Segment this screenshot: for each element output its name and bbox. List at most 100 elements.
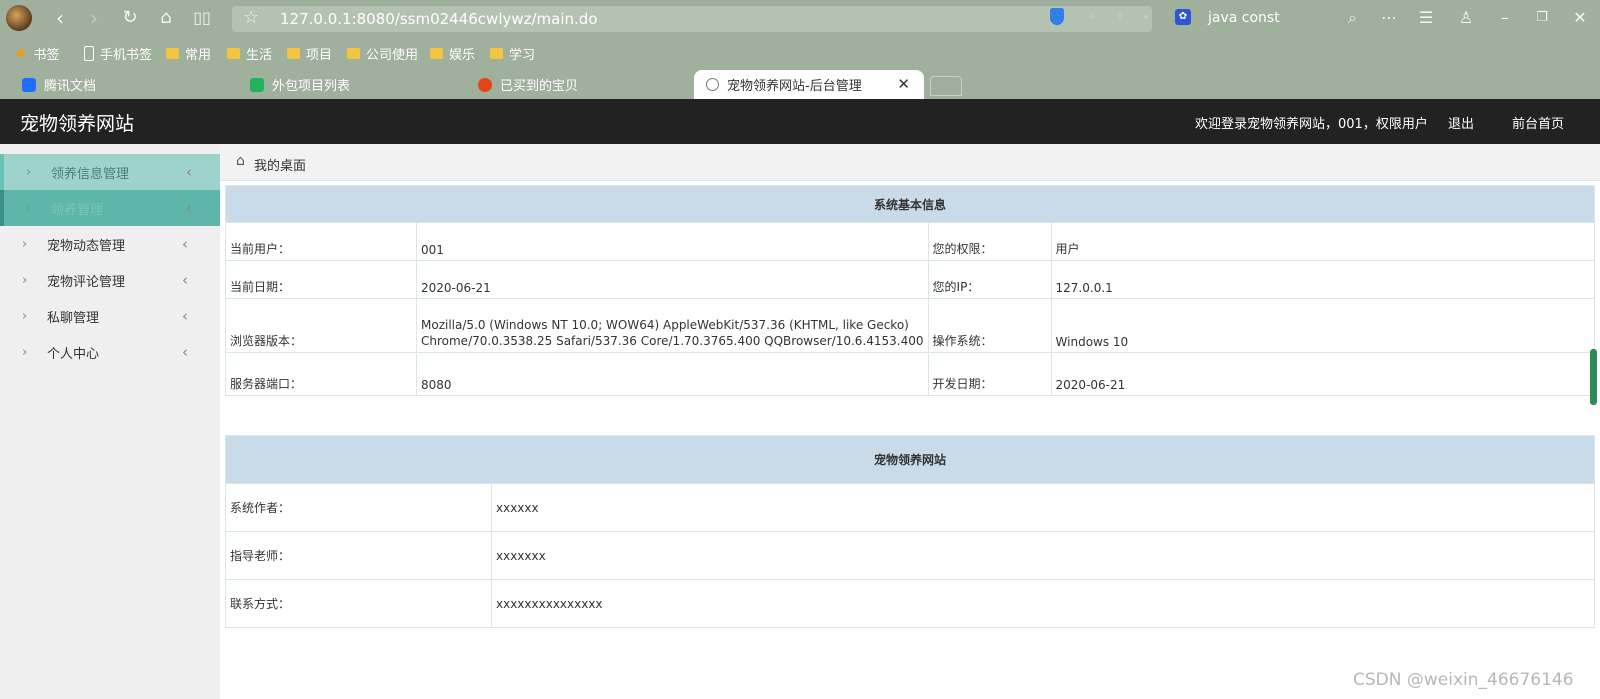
table-row: 服务器端口： 8080 开发日期： 2020-06-21 <box>225 352 1596 396</box>
sidebar-item-adoption[interactable]: › 领养管理 ‹ <box>0 190 220 226</box>
minimize-icon[interactable]: – <box>1493 6 1517 30</box>
cell-value: xxxxxxxxxxxxxxx <box>491 579 1595 628</box>
site-info-table: 宠物领养网站 系统作者： xxxxxx 指导老师： xxxxxxx 联系方式： … <box>225 435 1595 628</box>
cell-value: 2020-06-21 <box>416 260 929 299</box>
bookmark-folder[interactable]: 项目 <box>287 44 332 63</box>
reader-icon[interactable]: ▯▯ <box>190 6 214 30</box>
share-icon[interactable]: ⇪ <box>1108 6 1132 30</box>
cell-value: 001 <box>416 222 929 261</box>
cell-value: 127.0.0.1 <box>1050 260 1596 299</box>
site-info-header: 宠物领养网站 <box>225 435 1595 484</box>
browser-ua-line-2: Chrome/70.0.3538.25 Safari/537.36 Core/1… <box>421 334 924 348</box>
tab-tencent-docs[interactable]: 腾讯文档 <box>10 70 235 99</box>
bookmark-folder[interactable]: 公司使用 <box>347 44 418 63</box>
folder-icon <box>490 47 503 59</box>
skin-icon[interactable]: ♙ <box>1454 6 1478 30</box>
cell-value: xxxxxxx <box>491 531 1595 580</box>
search-engine-icon[interactable]: ✿ <box>1175 9 1191 25</box>
home-icon: ⌂ <box>236 153 245 169</box>
new-tab-button[interactable] <box>930 76 962 96</box>
tencent-docs-icon <box>22 77 36 92</box>
chevron-left-icon: ‹ <box>182 271 188 289</box>
reload-icon[interactable]: ↻ <box>118 6 142 30</box>
sidebar-item-profile[interactable]: › 个人中心 ‹ <box>0 334 220 370</box>
breadcrumb <box>220 144 1600 181</box>
cell-label: 您的权限： <box>927 222 1052 261</box>
cell-label: 服务器端口： <box>225 352 417 396</box>
frontend-home-link[interactable]: 前台首页 <box>1512 113 1564 132</box>
cell-value: Windows 10 <box>1050 298 1596 353</box>
cell-label: 当前日期： <box>225 260 417 299</box>
close-icon[interactable]: ✕ <box>897 75 910 93</box>
menu-icon[interactable]: ☰ <box>1414 6 1438 30</box>
more-icon[interactable]: ⋯ <box>1377 6 1401 30</box>
back-arrow-icon[interactable]: ‹ <box>48 6 72 30</box>
cell-label: 开发日期： <box>927 352 1052 396</box>
sidebar-item-pet-comments[interactable]: › 宠物评论管理 ‹ <box>0 262 220 298</box>
tab-admin[interactable]: 宠物领养网站-后台管理 ✕ <box>694 70 924 99</box>
cell-value: 2020-06-21 <box>1050 352 1596 396</box>
sheet-icon <box>250 77 264 92</box>
shield-icon[interactable] <box>1050 8 1064 25</box>
cell-value: 8080 <box>416 352 929 396</box>
profile-avatar[interactable] <box>6 5 32 31</box>
restore-icon[interactable]: ❐ <box>1530 6 1554 30</box>
watermark-text: CSDN @weixin_46676146 <box>1353 670 1574 690</box>
search-icon[interactable]: ⌕ <box>1348 8 1357 28</box>
cell-label: 操作系统： <box>927 298 1052 353</box>
cell-label: 系统作者： <box>225 483 492 532</box>
folder-icon <box>430 47 443 59</box>
flash-icon[interactable]: ⚡ <box>1080 6 1104 30</box>
scrollbar-thumb[interactable] <box>1590 349 1597 405</box>
folder-icon <box>287 47 300 59</box>
chevron-left-icon: ‹ <box>182 307 188 325</box>
home-icon[interactable]: ⌂ <box>154 6 178 30</box>
folder-icon <box>227 47 240 59</box>
chevron-down-icon[interactable]: ▾ <box>1134 6 1158 30</box>
table-row: 指导老师： xxxxxxx <box>225 531 1595 580</box>
bookmark-folder[interactable]: 娱乐 <box>430 44 475 63</box>
tab-taobao-orders[interactable]: 已买到的宝贝 <box>466 70 691 99</box>
table-row: 当前日期： 2020-06-21 您的IP： 127.0.0.1 <box>225 260 1596 299</box>
chevron-right-icon: › <box>22 236 28 252</box>
phone-icon <box>84 45 94 61</box>
cell-value: Mozilla/5.0 (Windows NT 10.0; WOW64) App… <box>416 298 929 353</box>
system-info-table: 系统基本信息 当前用户： 001 您的权限： 用户 当前日期： 2020-06-… <box>225 185 1596 396</box>
cell-label: 浏览器版本： <box>225 298 417 353</box>
chevron-left-icon: ‹ <box>182 343 188 361</box>
logout-link[interactable]: 退出 <box>1448 113 1474 132</box>
bookmark-item[interactable]: ★ 书签 <box>14 44 59 63</box>
cell-label: 您的IP： <box>927 260 1052 299</box>
chevron-right-icon: › <box>22 272 28 288</box>
taobao-icon <box>478 77 492 92</box>
bookmark-item[interactable]: 手机书签 <box>84 44 152 63</box>
close-icon[interactable]: ✕ <box>1568 6 1592 30</box>
browser-ua-line-1: Mozilla/5.0 (Windows NT 10.0; WOW64) App… <box>421 318 909 332</box>
search-box[interactable]: java const <box>1208 10 1280 26</box>
bookmark-folder[interactable]: 常用 <box>166 44 211 63</box>
globe-icon <box>706 78 719 91</box>
forward-arrow-icon[interactable]: › <box>82 6 106 30</box>
welcome-text: 欢迎登录宠物领养网站，001，权限用户 <box>1195 117 1428 132</box>
cell-label: 指导老师： <box>225 531 492 580</box>
table-row: 当前用户： 001 您的权限： 用户 <box>225 222 1596 261</box>
star-icon[interactable]: ☆ <box>243 7 259 28</box>
table-row: 系统作者： xxxxxx <box>225 483 1595 532</box>
tab-outsourcing-list[interactable]: 外包项目列表 <box>238 70 463 99</box>
bookmark-folder[interactable]: 学习 <box>490 44 535 63</box>
folder-icon <box>347 47 360 59</box>
bookmark-folder[interactable]: 生活 <box>227 44 272 63</box>
table-row: 联系方式： xxxxxxxxxxxxxxx <box>225 579 1595 628</box>
sidebar-item-adoption-info[interactable]: › 领养信息管理 ‹ <box>0 154 220 190</box>
url-text[interactable]: 127.0.0.1:8080/ssm02446cwlywz/main.do <box>280 10 598 28</box>
sidebar-item-pet-news[interactable]: › 宠物动态管理 ‹ <box>0 226 220 262</box>
chevron-right-icon: › <box>22 344 28 360</box>
chevron-right-icon: › <box>26 164 32 180</box>
chevron-left-icon: ‹ <box>186 199 192 217</box>
chevron-left-icon: ‹ <box>182 235 188 253</box>
breadcrumb-desktop[interactable]: 我的桌面 <box>254 155 306 174</box>
sidebar-item-private-chat[interactable]: › 私聊管理 ‹ <box>0 298 220 334</box>
chevron-right-icon: › <box>22 308 28 324</box>
table-row: 浏览器版本： Mozilla/5.0 (Windows NT 10.0; WOW… <box>225 298 1596 353</box>
cell-value: 用户 <box>1050 222 1596 261</box>
